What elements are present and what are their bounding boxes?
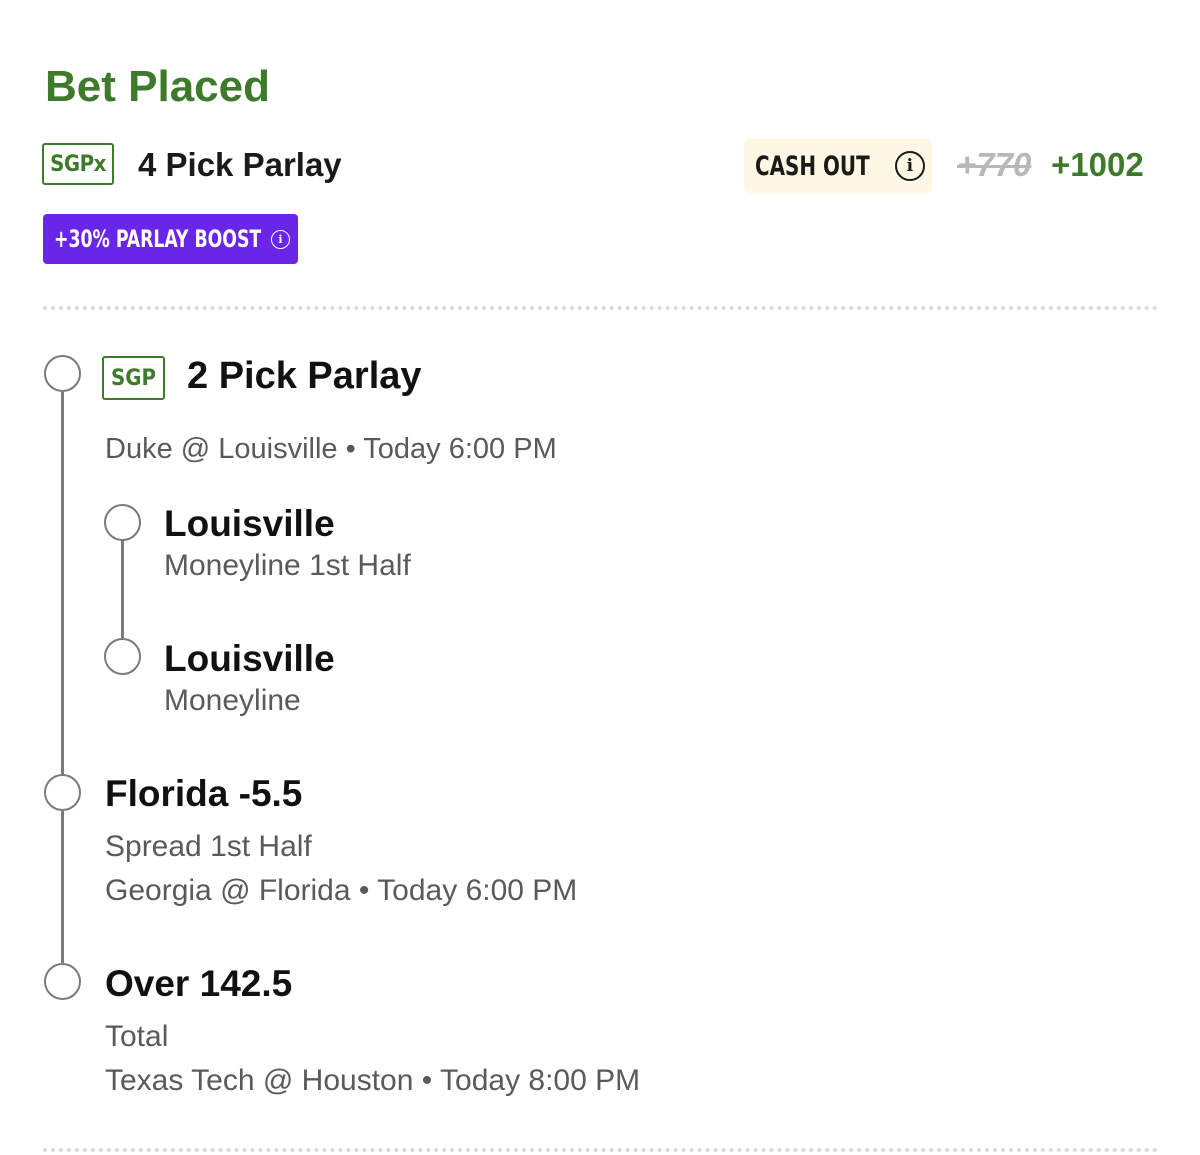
timeline-connector xyxy=(61,811,64,963)
leg-status-circle xyxy=(44,774,81,811)
leg-status-circle xyxy=(44,355,81,392)
sgp-game-info: Duke @ Louisville • Today 6:00 PM xyxy=(105,433,557,465)
sgpx-badge: SGPx xyxy=(42,143,114,185)
divider xyxy=(43,1148,1158,1152)
leg-selection: Louisville xyxy=(164,638,335,679)
cash-out-label: CASH OUT xyxy=(755,150,870,182)
leg-market: Total xyxy=(105,1020,169,1053)
boost-info-icon[interactable]: i xyxy=(271,229,290,249)
leg-selection: Florida -5.5 xyxy=(105,773,303,814)
boosted-odds: +1002 xyxy=(1051,146,1144,183)
parlay-boost-label: +30% PARLAY BOOST xyxy=(54,225,262,253)
sgp-badge: SGP xyxy=(102,356,165,400)
parlay-boost-badge[interactable]: +30% PARLAY BOOST i xyxy=(43,214,298,264)
original-odds: +770 xyxy=(957,146,1032,183)
divider xyxy=(43,306,1158,310)
leg-selection: Over 142.5 xyxy=(105,963,293,1004)
leg-market: Spread 1st Half xyxy=(105,830,312,863)
bet-status-title: Bet Placed xyxy=(45,62,270,111)
leg-market: Moneyline xyxy=(164,684,301,717)
info-icon[interactable]: i xyxy=(894,151,925,181)
sgp-leg-status-circle xyxy=(104,504,141,541)
leg-game-info: Georgia @ Florida • Today 6:00 PM xyxy=(105,874,578,907)
leg-selection: Louisville xyxy=(164,503,335,544)
leg-status-circle xyxy=(44,963,81,1000)
sgp-timeline-connector xyxy=(121,540,124,638)
leg-game-info: Texas Tech @ Houston • Today 8:00 PM xyxy=(105,1064,641,1097)
sgp-leg-status-circle xyxy=(104,638,141,675)
cash-out-button[interactable]: CASH OUT i xyxy=(744,139,932,193)
timeline-connector xyxy=(61,392,64,793)
sgp-parlay-title: 2 Pick Parlay xyxy=(187,355,422,397)
leg-market: Moneyline 1st Half xyxy=(164,549,411,582)
parlay-title: 4 Pick Parlay xyxy=(138,146,342,183)
